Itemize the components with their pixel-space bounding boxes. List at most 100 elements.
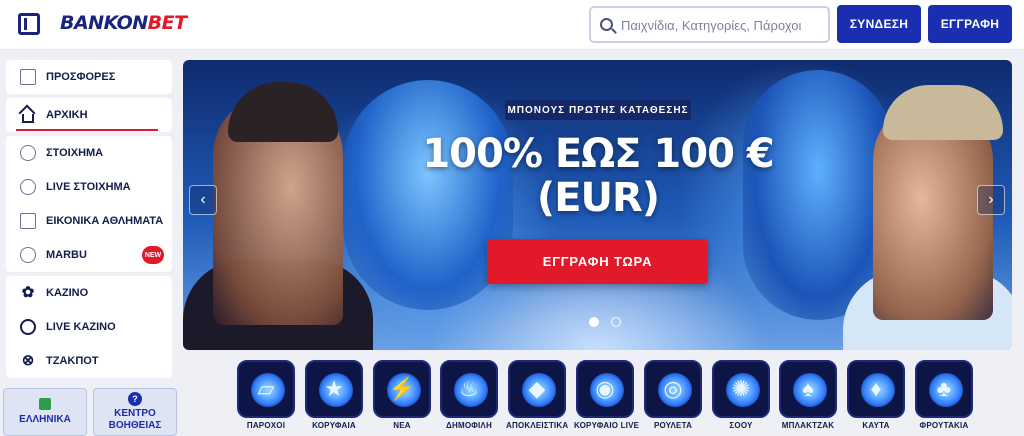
category-bar: ▱ ΠΑΡΟΧΟΙ ★ ΚΟΡΥΦΑΙΑ ⚡ ΝΕΑ ♨ ΔΗΜΟΦΙΛΗ ◆ ΑΠΟΚΛΕΙΣΤ… [235, 360, 975, 436]
brand-logo[interactable]: BANKONBET [60, 12, 187, 34]
sidebar-item-label: LIVE ΣΤΟΙΧΗΜΑ [46, 181, 131, 193]
category-tile[interactable]: ◉ [576, 360, 634, 418]
sidebar-item-casino[interactable]: ✿ ΚΑΖΙΝΟ [6, 276, 172, 310]
category-label: ΣΟΟΥ [729, 421, 753, 430]
menu-toggle-icon[interactable] [18, 13, 40, 35]
player-right-hair [883, 85, 1003, 140]
live-signal-icon [20, 179, 36, 195]
category-label: ΑΠΟΚΛΕΙΣΤΙΚΑ [506, 421, 569, 430]
category-tile[interactable]: ♨ [440, 360, 498, 418]
help-label-line2: ΒΟΗΘΕΙΑΣ [108, 420, 162, 431]
category-tile[interactable]: ✺ [712, 360, 770, 418]
promo-banner[interactable]: ΜΠΟΝΟΥΣ ΠΡΩΤΗΣ ΚΑΤΑΘΕΣΗΣ 100% ΕΩΣ 100 € … [183, 60, 1012, 350]
category-show-wheel[interactable]: ✺ ΣΟΟΥ [710, 360, 772, 430]
gift-icon [20, 69, 36, 85]
sidebar: ΠΡΟΣΦΟΡΕΣ ΑΡΧΙΚΗ ΣΤΟΙΧΗΜΑ LIVE ΣΤΟΙΧΗΜΑ … [6, 60, 172, 382]
category-tile[interactable]: ♣ [915, 360, 973, 418]
roulette-wheel-icon: ◎ [663, 376, 683, 401]
category-diamond[interactable]: ◆ ΑΠΟΚΛΕΙΣΤΙΚΑ [506, 360, 568, 430]
roulette-icon [20, 319, 36, 335]
promo-title-line1: 100% ΕΩΣ 100 € [422, 131, 774, 177]
sidebar-item-label: ΚΑΖΙΝΟ [46, 287, 89, 299]
sidebar-item-home[interactable]: ΑΡΧΙΚΗ [6, 98, 172, 132]
chevron-left-icon[interactable]: ‹ [189, 185, 217, 215]
cards-icon: ♠ [802, 376, 814, 401]
sidebar-group-sports: ΣΤΟΙΧΗΜΑ LIVE ΣΤΟΙΧΗΜΑ ΕΙΚΟΝΙΚΑ ΑΘΛΗΜΑΤΑ… [6, 136, 172, 272]
language-label: ΕΛΛΗΝΙΚΑ [19, 414, 71, 425]
category-label: ΡΟΥΛΕΤΑ [653, 421, 693, 430]
category-providers[interactable]: ▱ ΠΑΡΟΧΟΙ [235, 360, 297, 430]
promo-title-line2: (EUR) [536, 175, 660, 221]
promo-tag: ΜΠΟΝΟΥΣ ΠΡΩΤΗΣ ΚΑΤΑΘΕΣΗΣ [505, 100, 691, 120]
category-hot-drop[interactable]: ♦ ΚΑΥΤΑ [845, 360, 907, 430]
show-wheel-icon: ✺ [731, 376, 751, 401]
new-badge: NEW [142, 246, 164, 264]
search-input[interactable] [621, 15, 821, 35]
category-tile[interactable]: ⚡ [373, 360, 431, 418]
sidebar-item-label: LIVE ΚΑΖΙΝΟ [46, 321, 116, 333]
register-now-button[interactable]: ΕΓΓΡΑΦΗ ΤΩΡΑ [487, 239, 708, 284]
home-icon [22, 113, 34, 123]
football-icon [20, 145, 36, 161]
sidebar-item-label: ΣΤΟΙΧΗΜΑ [46, 147, 104, 159]
category-tile[interactable]: ♠ [779, 360, 837, 418]
sidebar-item-live-sports[interactable]: LIVE ΣΤΟΙΧΗΜΑ [6, 170, 172, 204]
sidebar-item-sports[interactable]: ΣΤΟΙΧΗΜΑ [6, 136, 172, 170]
category-label: ΜΠΛΑΚΤΖΑΚ [781, 421, 835, 430]
globe-icon [39, 398, 51, 410]
category-cards[interactable]: ♠ ΜΠΛΑΚΤΖΑΚ [777, 360, 839, 430]
category-live-top[interactable]: ◉ ΚΟΡΥΦΑΙΟ LIVE [574, 360, 640, 430]
sidebar-item-label: MARBU [46, 249, 87, 261]
category-label: ΝΕΑ [393, 421, 411, 430]
sidebar-group-casino: ✿ ΚΑΖΙΝΟ LIVE ΚΑΖΙΝΟ ⊗ ΤΖΑΚΠΟΤ [6, 276, 172, 378]
category-label: ΚΟΡΥΦΑΙΟ LIVE [574, 421, 640, 430]
category-star[interactable]: ★ ΚΟΡΥΦΑΙΑ [303, 360, 365, 430]
sidebar-item-jackpot[interactable]: ⊗ ΤΖΑΚΠΟΤ [6, 344, 172, 378]
cherries-icon: ✿ [21, 284, 35, 301]
sidebar-item-label: ΕΙΚΟΝΙΚΑ ΑΘΛΗΜΑΤΑ [46, 215, 164, 227]
jackpot-icon: ⊗ [21, 352, 35, 369]
hot-drop-icon: ♦ [870, 376, 882, 401]
category-lightning[interactable]: ⚡ ΝΕΑ [371, 360, 433, 430]
sidebar-group-promotions: ΠΡΟΣΦΟΡΕΣ [6, 60, 172, 94]
category-tile[interactable]: ◆ [508, 360, 566, 418]
category-roulette-wheel[interactable]: ◎ ΡΟΥΛΕΤΑ [642, 360, 704, 430]
search-icon [600, 18, 613, 31]
register-button[interactable]: ΕΓΓΡΑΦΗ [928, 5, 1012, 43]
promo-title: 100% ΕΩΣ 100 € (EUR) [415, 132, 781, 220]
live-top-icon: ◉ [595, 376, 615, 401]
category-tile[interactable]: ▱ [237, 360, 295, 418]
category-label: ΚΟΡΥΦΑΙΑ [312, 421, 356, 430]
star-icon: ★ [324, 376, 344, 401]
category-tile[interactable]: ◎ [644, 360, 702, 418]
sidebar-item-live-casino[interactable]: LIVE ΚΑΖΙΝΟ [6, 310, 172, 344]
monitor-icon [20, 213, 36, 229]
sidebar-item-label: ΠΡΟΣΦΟΡΕΣ [46, 71, 116, 83]
category-label: ΔΗΜΟΦΙΛΗ [446, 421, 492, 430]
providers-icon: ▱ [257, 376, 275, 401]
player-left-hair [228, 82, 338, 142]
login-button[interactable]: ΣΥΝΔΕΣΗ [837, 5, 921, 43]
category-tile[interactable]: ★ [305, 360, 363, 418]
top-header: BANKONBET ΣΥΝΔΕΣΗ ΕΓΓΡΑΦΗ [0, 0, 1024, 50]
cherries-icon: ♣ [936, 376, 952, 401]
category-tile[interactable]: ♦ [847, 360, 905, 418]
sidebar-bottom-buttons: ΕΛΛΗΝΙΚΑ ? ΚΕΝΤΡΟ ΒΟΗΘΕΙΑΣ [3, 388, 177, 436]
sidebar-item-promotions[interactable]: ΠΡΟΣΦΟΡΕΣ [6, 60, 172, 94]
language-button[interactable]: ΕΛΛΗΝΙΚΑ [3, 388, 87, 436]
category-label: ΚΑΥΤΑ [862, 421, 890, 430]
sidebar-item-virtual-sports[interactable]: ΕΙΚΟΝΙΚΑ ΑΘΛΗΜΑΤΑ [6, 204, 172, 238]
sidebar-item-marbu[interactable]: MARBU NEW [6, 238, 172, 272]
help-center-button[interactable]: ? ΚΕΝΤΡΟ ΒΟΗΘΕΙΑΣ [93, 388, 177, 436]
search-box[interactable] [589, 6, 830, 43]
sidebar-item-label: ΑΡΧΙΚΗ [46, 109, 88, 121]
carousel-dot[interactable] [611, 317, 621, 327]
sidebar-item-label: ΤΖΑΚΠΟΤ [46, 355, 99, 367]
help-icon: ? [128, 392, 142, 406]
category-cherries[interactable]: ♣ ΦΡΟΥΤΑΚΙΑ [913, 360, 975, 430]
category-label: ΠΑΡΟΧΟΙ [246, 421, 286, 430]
category-flame[interactable]: ♨ ΔΗΜΟΦΙΛΗ [438, 360, 500, 430]
carousel-dot-active[interactable] [589, 317, 599, 327]
diamond-icon: ◆ [528, 376, 546, 401]
chevron-right-icon[interactable]: › [977, 185, 1005, 215]
